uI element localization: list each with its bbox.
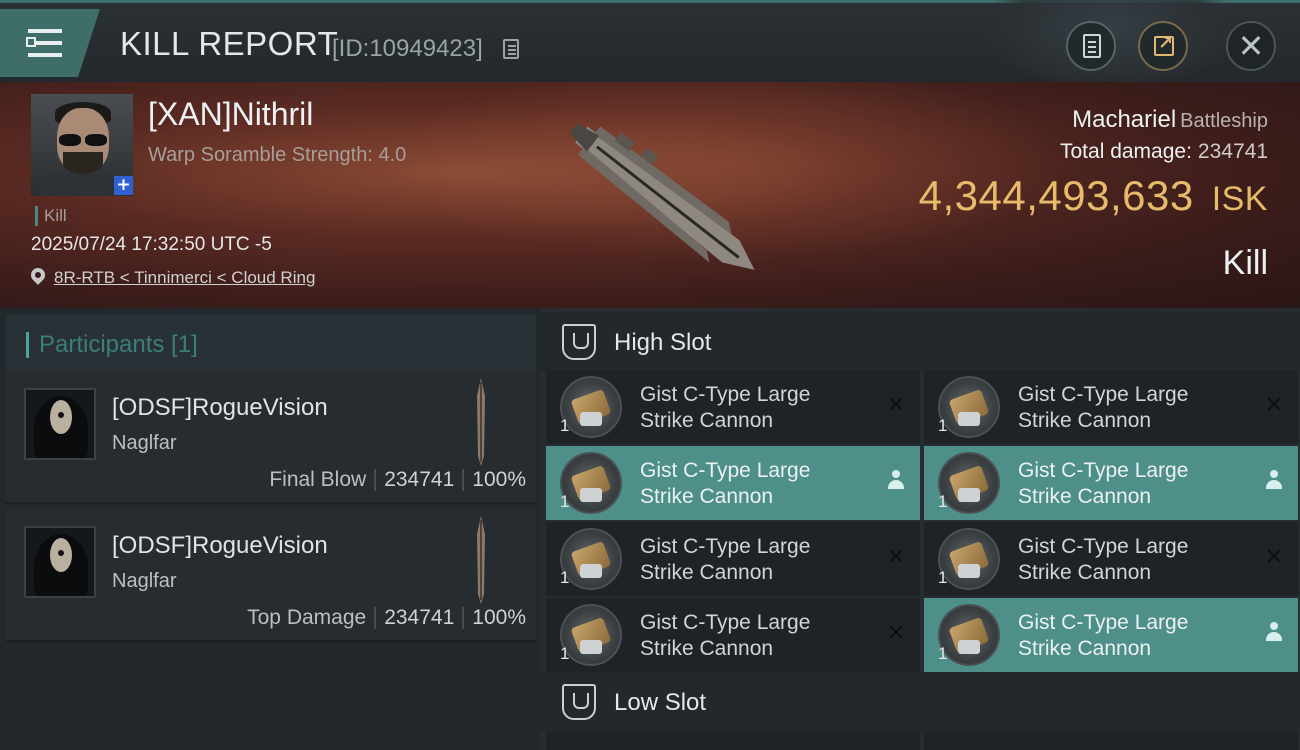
participant-ship: Naglfar: [112, 570, 177, 592]
participant-ship-image: [477, 378, 485, 466]
kill-timestamp: 2025/07/24 17:32:50 UTC -5: [31, 234, 272, 255]
low-slot-title: Low Slot: [614, 689, 707, 716]
report-id: [ID:10949423]: [332, 35, 483, 62]
participants-header: Participants [1]: [6, 314, 536, 372]
participant-ship: Naglfar: [112, 432, 177, 454]
clipboard-button[interactable]: [1066, 21, 1116, 71]
module-quantity: 1: [938, 416, 948, 435]
participant-stats: Top Damage 234741 100%: [247, 606, 526, 630]
participants-title: Participants [1]: [26, 332, 198, 358]
module-name: Gist C-Type Large Strike Cannon: [1018, 459, 1189, 508]
high-slot-module[interactable]: 1 Gist C-Type Large Strike Cannon ✕: [924, 370, 1298, 444]
module-quantity: 1: [938, 492, 948, 511]
total-damage: Total damage: 234741: [1060, 140, 1268, 163]
module-name: Gist C-Type Large Strike Cannon: [1018, 611, 1189, 660]
module-quantity: 1: [560, 644, 570, 663]
victim-ship-image: [569, 123, 755, 270]
isk-value: 4,344,493,633 ISK: [918, 172, 1268, 219]
copy-id-icon[interactable]: [503, 39, 519, 59]
module-quantity: 1: [938, 644, 948, 663]
high-slot-module[interactable]: 1 Gist C-Type Large Strike Cannon: [546, 446, 920, 520]
kill-location-link[interactable]: 8R-RTB < Tinnimerci < Cloud Ring: [54, 268, 315, 288]
participant-stats: Final Blow 234741 100%: [269, 468, 526, 492]
participants-panel: Participants [1] [ODSF]RogueVision Naglf…: [0, 308, 540, 750]
participant-row[interactable]: [ODSF]RogueVision Naglfar Final Blow 2347…: [6, 370, 536, 504]
participant-ship-image: [477, 516, 485, 604]
low-slot-module-partial[interactable]: [546, 732, 920, 750]
high-slot-header: High Slot: [540, 312, 1300, 372]
clipboard-icon: [1083, 34, 1101, 58]
high-slot-module[interactable]: 1 Gist C-Type Large Strike Cannon ✕: [546, 522, 920, 596]
destroyed-x-icon: ✕: [886, 393, 906, 418]
close-icon: ✕: [1237, 27, 1265, 65]
close-button[interactable]: ✕: [1226, 21, 1276, 71]
module-name: Gist C-Type Large Strike Cannon: [1018, 535, 1189, 584]
high-slot-module[interactable]: 1 Gist C-Type Large Strike Cannon ✕: [546, 370, 920, 444]
participant-avatar[interactable]: [24, 526, 96, 598]
high-slot-title: High Slot: [614, 329, 712, 356]
destroyed-x-icon: ✕: [1264, 545, 1284, 570]
location-pin-icon: [28, 265, 48, 285]
participant-name: [ODSF]RogueVision: [112, 532, 328, 559]
participant-name: [ODSF]RogueVision: [112, 394, 328, 421]
kill-tag: Kill: [35, 206, 67, 226]
destroyed-x-icon: ✕: [886, 621, 906, 646]
destroyed-x-icon: ✕: [1264, 393, 1284, 418]
page-title: KILL REPORT: [120, 25, 339, 62]
add-contact-icon[interactable]: +: [114, 176, 133, 195]
low-slot-icon: [562, 684, 596, 720]
module-name: Gist C-Type Large Strike Cannon: [640, 459, 811, 508]
share-button[interactable]: [1138, 21, 1188, 71]
module-quantity: 1: [560, 568, 570, 587]
high-slot-module[interactable]: 1 Gist C-Type Large Strike Cannon: [924, 446, 1298, 520]
participant-avatar[interactable]: [24, 388, 96, 460]
module-name: Gist C-Type Large Strike Cannon: [1018, 383, 1189, 432]
menu-button[interactable]: [0, 9, 100, 77]
high-slot-module[interactable]: 1 Gist C-Type Large Strike Cannon: [924, 598, 1298, 672]
low-slot-module-partial[interactable]: [924, 732, 1298, 750]
low-slot-header: Low Slot: [540, 672, 1300, 732]
victim-subtitle: Warp Soramble Strength: 4.0: [148, 144, 407, 166]
module-name: Gist C-Type Large Strike Cannon: [640, 535, 811, 584]
module-quantity: 1: [560, 416, 570, 435]
victim-name: [XAN]Nithril: [148, 96, 314, 132]
header-bar: KILL REPORT [ID:10949423] ✕: [0, 0, 1300, 93]
module-quantity: 1: [938, 568, 948, 587]
high-slot-icon: [562, 324, 596, 360]
victim-ship-name: Machariel Battleship: [1072, 106, 1268, 133]
result-label: Kill: [1222, 244, 1268, 282]
victim-banner: + [XAN]Nithril Warp Soramble Strength: 4…: [0, 82, 1300, 308]
destroyed-x-icon: ✕: [886, 545, 906, 570]
high-slot-module[interactable]: 1 Gist C-Type Large Strike Cannon ✕: [546, 598, 920, 672]
participant-row[interactable]: [ODSF]RogueVision Naglfar Top Damage 2347…: [6, 508, 536, 642]
high-slot-module[interactable]: 1 Gist C-Type Large Strike Cannon ✕: [924, 522, 1298, 596]
dropped-person-icon: [1262, 622, 1286, 646]
share-icon: [1154, 33, 1174, 56]
fitting-panel: High Slot 1 Gist C-Type Large Strike Canno…: [540, 308, 1300, 750]
module-quantity: 1: [560, 492, 570, 511]
module-name: Gist C-Type Large Strike Cannon: [640, 383, 811, 432]
dropped-person-icon: [1262, 470, 1286, 494]
dropped-person-icon: [884, 470, 908, 494]
module-name: Gist C-Type Large Strike Cannon: [640, 611, 811, 660]
